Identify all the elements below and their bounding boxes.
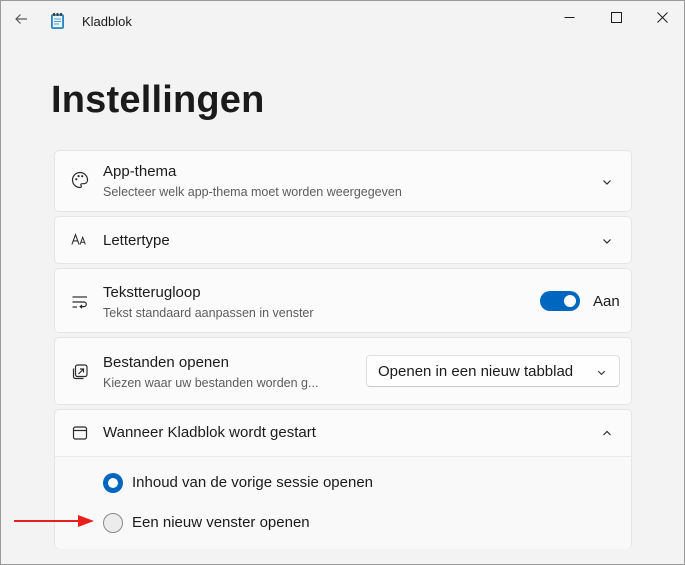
close-button[interactable]	[639, 1, 684, 33]
font-title: Lettertype	[103, 232, 170, 249]
word-wrap-icon	[71, 293, 89, 311]
startup-title: Wanneer Kladblok wordt gestart	[103, 424, 316, 441]
title-bar: Kladblok	[1, 1, 684, 35]
app-theme-subtitle: Selecteer welk app-thema moet worden wee…	[103, 185, 402, 199]
window-icon	[71, 424, 89, 442]
window-title: Kladblok	[82, 14, 132, 29]
startup-setting: Wanneer Kladblok wordt gestart Inhoud va…	[54, 409, 632, 549]
palette-icon	[71, 171, 89, 189]
radio-label: Inhoud van de vorige sessie openen	[132, 474, 374, 491]
radio-selected[interactable]	[103, 473, 123, 493]
word-wrap-toggle-label: Aan	[593, 293, 620, 310]
annotation-arrow-icon	[14, 515, 94, 527]
open-file-icon	[71, 363, 89, 381]
open-files-subtitle: Kiezen waar uw bestanden worden g...	[103, 376, 319, 390]
maximize-icon	[610, 11, 622, 23]
open-files-title: Bestanden openen	[103, 354, 229, 371]
minimize-icon	[564, 16, 574, 18]
startup-option-previous-session[interactable]: Inhoud van de vorige sessie openen	[103, 472, 503, 494]
app-theme-title: App-thema	[103, 163, 177, 180]
page-title: Instellingen	[51, 79, 265, 121]
word-wrap-setting: Tekstterugloop Tekst standaard aanpassen…	[54, 268, 632, 333]
maximize-button[interactable]	[593, 1, 639, 33]
startup-options: Inhoud van de vorige sessie openen Een n…	[55, 457, 631, 549]
word-wrap-subtitle: Tekst standaard aanpassen in venster	[103, 306, 314, 320]
app-theme-setting[interactable]: App-thema Selecteer welk app-thema moet …	[54, 150, 632, 212]
startup-header[interactable]: Wanneer Kladblok wordt gestart	[55, 410, 631, 456]
chevron-up-icon[interactable]	[600, 426, 614, 440]
chevron-down-icon	[595, 366, 607, 378]
open-files-setting: Bestanden openen Kiezen waar uw bestande…	[54, 337, 632, 405]
notepad-window: Kladblok Instellingen App-thema Selectee…	[0, 0, 685, 565]
open-files-dropdown-value: Openen in een nieuw tabblad	[378, 363, 574, 380]
radio-label: Een nieuw venster openen	[132, 514, 310, 531]
word-wrap-toggle[interactable]	[540, 291, 580, 311]
font-icon	[71, 231, 89, 249]
toggle-knob	[564, 295, 576, 307]
startup-option-new-window[interactable]: Een nieuw venster openen	[103, 512, 503, 534]
chevron-down-icon[interactable]	[600, 234, 614, 248]
minimize-button[interactable]	[546, 1, 592, 33]
radio-unselected[interactable]	[103, 513, 123, 533]
open-files-dropdown[interactable]: Openen in een nieuw tabblad	[366, 355, 620, 387]
word-wrap-title: Tekstterugloop	[103, 284, 201, 301]
back-button[interactable]	[11, 10, 31, 28]
chevron-down-icon[interactable]	[600, 175, 614, 189]
font-setting[interactable]: Lettertype	[54, 216, 632, 264]
close-icon	[656, 11, 668, 23]
notepad-app-icon	[51, 13, 64, 29]
back-arrow-icon	[15, 14, 27, 24]
